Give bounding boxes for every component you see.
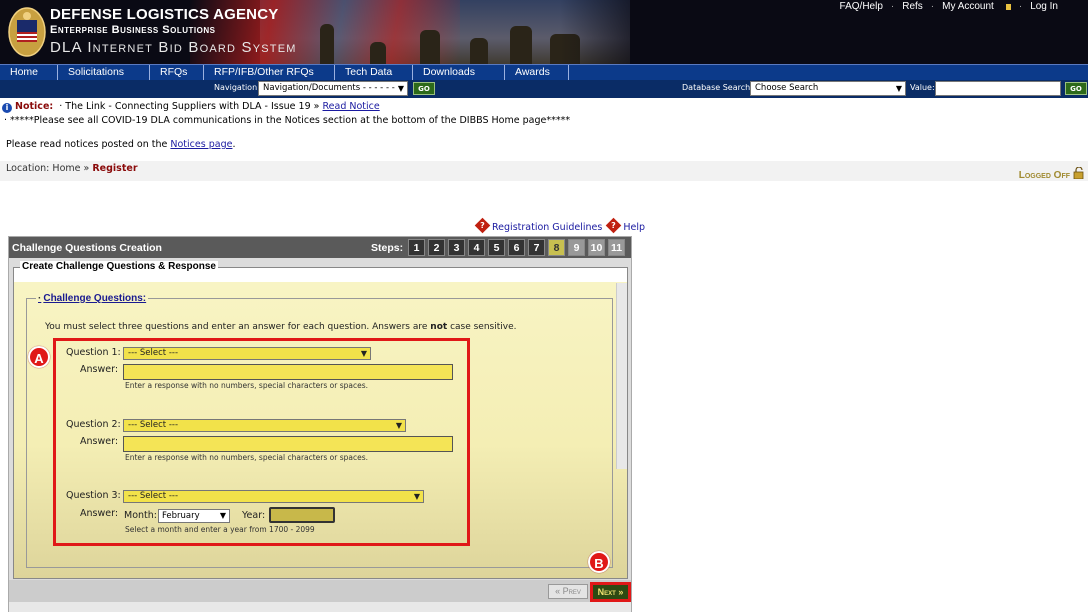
search-bar: Navigation: Navigation/Documents - - - -… xyxy=(0,80,1088,98)
location-bar xyxy=(0,161,1088,181)
read-notice-link[interactable]: Read Notice xyxy=(323,101,380,112)
annotation-box-a xyxy=(53,338,470,546)
navigation-select[interactable]: Navigation/Documents - - - - - - ▼ xyxy=(258,81,408,96)
nav-tab-rfqs[interactable]: RFQs xyxy=(150,65,204,80)
notice-line: i Notice: · The Link - Connecting Suppli… xyxy=(2,101,380,113)
faq-help-link[interactable]: FAQ/Help xyxy=(840,1,883,12)
next-button[interactable]: Next » xyxy=(590,582,631,602)
step-8-current: 8 xyxy=(548,239,565,256)
breadcrumb-current: Register xyxy=(92,163,138,174)
step-indicator: 1 2 3 4 5 6 7 8 9 10 11 xyxy=(408,239,625,256)
covid-notice: · *****Please see all COVID-19 DLA commu… xyxy=(4,115,571,126)
step-1: 1 xyxy=(408,239,425,256)
step-11: 11 xyxy=(608,239,625,256)
notice-item: · The Link - Connecting Suppliers with D… xyxy=(59,101,320,112)
main-nav: Home Solicitations RFQs RFP/IFB/Other RF… xyxy=(0,64,1088,80)
step-10: 10 xyxy=(588,239,605,256)
navigation-go-button[interactable]: GO xyxy=(413,82,435,95)
log-in-link[interactable]: Log In xyxy=(1030,1,1058,12)
info-icon: i xyxy=(2,103,12,113)
dla-seal-icon xyxy=(8,7,46,57)
footer-shade xyxy=(9,602,631,612)
subsection-title: · Challenge Questions: xyxy=(36,293,149,304)
value-label: Value: xyxy=(910,83,935,92)
nav-tab-home[interactable]: Home xyxy=(0,65,58,80)
panel-title: Challenge Questions Creation xyxy=(12,242,162,254)
help-link[interactable]: Help xyxy=(623,222,645,233)
my-account-link[interactable]: My Account xyxy=(942,1,994,12)
nav-tab-rfp-ifb[interactable]: RFP/IFB/Other RFQs xyxy=(204,65,335,80)
notice-label: Notice: xyxy=(15,101,54,112)
breadcrumb-home[interactable]: Home xyxy=(52,163,80,174)
step-3: 3 xyxy=(448,239,465,256)
lock-icon xyxy=(1005,3,1011,10)
steps-label: Steps: xyxy=(371,242,404,254)
help-links: ? Registration Guidelines ? Help xyxy=(474,217,645,234)
chevron-down-icon: ▼ xyxy=(895,84,902,93)
scrollbar[interactable] xyxy=(616,283,627,469)
registration-guidelines-link[interactable]: Registration Guidelines xyxy=(492,222,602,233)
instructions-text: You must select three questions and ente… xyxy=(45,322,517,332)
troops-graphic xyxy=(300,8,600,64)
annotation-badge-b: B xyxy=(588,551,610,573)
nav-tab-solicitations[interactable]: Solicitations xyxy=(58,65,150,80)
section-title: Create Challenge Questions & Response xyxy=(20,261,218,272)
top-links: FAQ/Help · Refs · My Account · Log In xyxy=(839,1,1058,12)
step-6: 6 xyxy=(508,239,525,256)
nav-tab-awards[interactable]: Awards xyxy=(505,65,569,80)
step-5: 5 xyxy=(488,239,505,256)
panel-footer xyxy=(9,580,631,602)
step-4: 4 xyxy=(468,239,485,256)
annotation-badge-a: A xyxy=(28,346,50,368)
step-9: 9 xyxy=(568,239,585,256)
value-input[interactable] xyxy=(935,81,1061,96)
step-2: 2 xyxy=(428,239,445,256)
read-notices-line: Please read notices posted on the Notice… xyxy=(6,139,236,150)
nav-tab-downloads[interactable]: Downloads xyxy=(413,65,505,80)
login-status: Logged Off xyxy=(1018,170,1070,181)
refs-link[interactable]: Refs xyxy=(902,1,923,12)
nav-tab-tech-data[interactable]: Tech Data xyxy=(335,65,413,80)
unlocked-icon xyxy=(1073,167,1084,179)
agency-name: DEFENSE LOGISTICS AGENCY xyxy=(50,6,279,23)
search-go-button[interactable]: GO xyxy=(1065,82,1087,95)
prev-button[interactable]: « Prev xyxy=(548,584,588,599)
division-name: Enterprise Business Solutions xyxy=(50,24,216,36)
chevron-down-icon: ▼ xyxy=(397,84,404,93)
navigation-label: Navigation: xyxy=(214,83,260,92)
system-name: DLA Internet Bid Board System xyxy=(50,39,297,56)
banner-fade xyxy=(560,0,660,64)
notices-page-link[interactable]: Notices page xyxy=(170,139,232,150)
database-search-select[interactable]: Choose Search ▼ xyxy=(750,81,906,96)
header-banner: DEFENSE LOGISTICS AGENCY Enterprise Busi… xyxy=(0,0,1088,64)
step-7: 7 xyxy=(528,239,545,256)
help-icon: ? xyxy=(474,217,491,234)
breadcrumb: Location: Home » Register xyxy=(6,163,138,174)
help-icon: ? xyxy=(606,217,622,234)
database-search-label: Database Search: xyxy=(682,83,753,92)
